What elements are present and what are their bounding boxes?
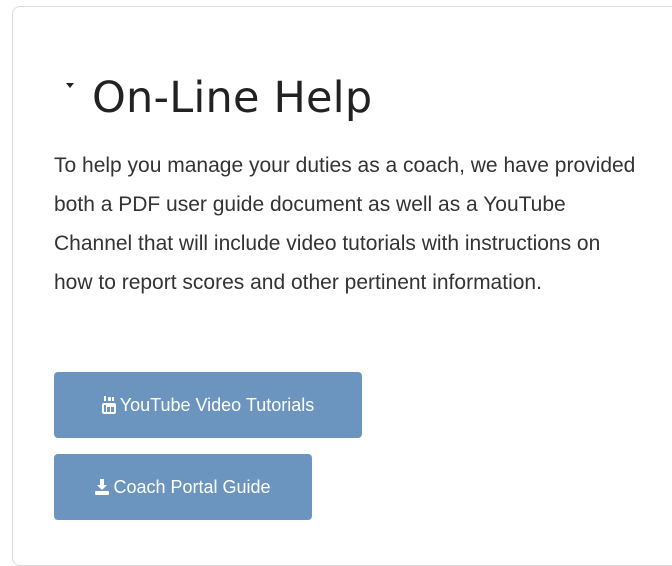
caret-down-icon[interactable] bbox=[66, 82, 74, 88]
youtube-tutorials-button[interactable]: YouTube Video Tutorials bbox=[54, 372, 362, 438]
panel-heading[interactable]: On-Line Help bbox=[66, 68, 372, 128]
help-description: To help you manage your duties as a coac… bbox=[54, 154, 636, 294]
guide-button-label: Coach Portal Guide bbox=[113, 476, 271, 497]
panel-title: On-Line Help bbox=[92, 73, 373, 123]
coach-portal-guide-button[interactable]: Coach Portal Guide bbox=[54, 454, 312, 520]
youtube-icon bbox=[101, 396, 116, 414]
download-icon bbox=[95, 479, 110, 495]
youtube-button-label: YouTube Video Tutorials bbox=[119, 394, 315, 415]
